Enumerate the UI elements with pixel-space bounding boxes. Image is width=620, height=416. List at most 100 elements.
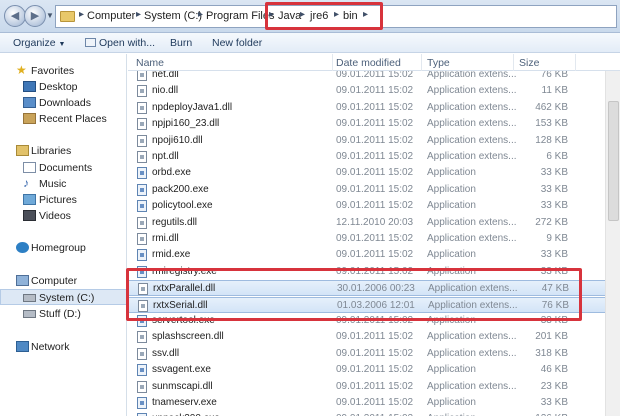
chevron-down-icon: ▼ xyxy=(58,41,66,48)
file-type: Application extens... xyxy=(427,347,517,359)
file-row[interactable]: rmid.exe 09.01.2011 15:02 Application 33 KB xyxy=(128,247,620,263)
column-divider[interactable] xyxy=(421,54,422,71)
file-row[interactable]: rxtxParallel.dll 30.01.2006 00:23 Applicat… xyxy=(128,280,620,297)
column-divider[interactable] xyxy=(575,54,576,71)
column-header-date[interactable]: Date modified xyxy=(336,57,401,69)
nav-music[interactable]: ♪ Music xyxy=(0,176,127,192)
dll-icon xyxy=(137,151,147,163)
file-row[interactable]: nio.dll 09.01.2011 15:02 Application exten… xyxy=(128,83,620,99)
breadcrumb-java[interactable]: Java xyxy=(278,10,301,22)
file-row[interactable]: unpack200.exe09.01.2011 15:02Application… xyxy=(128,411,620,416)
nav-downloads[interactable]: Downloads xyxy=(0,95,127,111)
file-row[interactable]: rmi.dll 09.01.2011 15:02 Application exten… xyxy=(128,231,620,247)
vertical-scrollbar[interactable] xyxy=(605,71,620,416)
file-row[interactable]: policytool.exe 09.01.2011 15:02 Applicatio… xyxy=(128,198,620,214)
column-divider[interactable] xyxy=(513,54,514,71)
file-row[interactable]: npdeployJava1.dll 09.01.2011 15:02 Applica… xyxy=(128,100,620,116)
nav-libraries[interactable]: Libraries xyxy=(0,143,127,159)
back-button[interactable]: ◀ xyxy=(4,5,26,27)
nav-computer[interactable]: Computer xyxy=(0,273,127,289)
dll-icon xyxy=(138,299,148,312)
file-name: tnameserv.exe xyxy=(152,397,217,408)
nav-homegroup[interactable]: Homegroup xyxy=(0,240,127,256)
file-name: rmi.dll xyxy=(152,233,179,244)
file-row[interactable]: pack200.exe 09.01.2011 15:02 Application 33… xyxy=(128,182,620,198)
file-row[interactable]: orbd.exe 09.01.2011 15:02 Application 33 KB xyxy=(128,165,620,181)
column-header-name[interactable]: Name xyxy=(136,57,164,69)
dll-icon xyxy=(137,71,147,81)
burn-button[interactable]: Burn xyxy=(170,37,192,49)
nav-documents[interactable]: Documents xyxy=(0,160,127,176)
breadcrumb-program-files[interactable]: Program Files xyxy=(206,10,274,22)
breadcrumb-separator-icon[interactable]: ▸ xyxy=(334,9,339,20)
drive-icon xyxy=(23,310,36,318)
file-row[interactable]: servertool.exe 09.01.2011 15:02 Applicatio… xyxy=(128,313,620,329)
forward-button[interactable]: ▶ xyxy=(24,5,46,27)
nav-favorites[interactable]: ★ Favorites xyxy=(0,63,127,79)
back-arrow-icon: ◀ xyxy=(10,10,20,22)
file-size: 462 KB xyxy=(535,101,568,113)
breadcrumb-computer[interactable]: Computer xyxy=(87,10,135,22)
nav-computer-label: Computer xyxy=(31,275,78,287)
nav-desktop-label: Desktop xyxy=(39,81,78,93)
file-type: Application extens... xyxy=(427,233,517,244)
file-row[interactable]: npoji610.dll 09.01.2011 15:02 Application … xyxy=(128,133,620,149)
breadcrumb-separator-icon[interactable]: ▸ xyxy=(198,9,203,20)
file-name: npjpi160_23.dll xyxy=(152,118,220,130)
nav-network[interactable]: Network xyxy=(0,339,127,355)
nav-recent-places[interactable]: Recent Places xyxy=(0,111,127,127)
recent-places-icon xyxy=(23,113,36,124)
file-date: 09.01.2011 15:02 xyxy=(336,397,414,408)
column-divider[interactable] xyxy=(332,54,333,71)
file-row[interactable]: ssvagent.exe 09.01.2011 15:02 Application 4… xyxy=(128,362,620,378)
file-date: 12.11.2010 20:03 xyxy=(336,216,414,228)
open-with-button[interactable]: Open with... xyxy=(99,37,155,49)
file-date: 09.01.2011 15:02 xyxy=(336,380,414,392)
file-row[interactable]: rmiregistry.exe 09.01.2011 15:02 Applicati… xyxy=(128,264,620,280)
recent-pages-dropdown-icon[interactable]: ▼ xyxy=(46,11,54,20)
nav-system-c[interactable]: System (C:) xyxy=(0,289,127,305)
file-row[interactable]: npt.dll 09.01.2011 15:02 Application exten… xyxy=(128,149,620,165)
file-date: 09.01.2011 15:02 xyxy=(336,134,414,146)
file-row[interactable]: rxtxSerial.dll 01.03.2006 12:01 Applicatio… xyxy=(128,296,620,313)
nav-videos[interactable]: Videos xyxy=(0,208,127,224)
scrollbar-thumb[interactable] xyxy=(608,101,619,221)
file-row[interactable]: splashscreen.dll 09.01.2011 15:02 Applicat… xyxy=(128,329,620,345)
file-date: 09.01.2011 15:02 xyxy=(336,200,414,212)
file-row[interactable]: regutils.dll 12.11.2010 20:03 Application … xyxy=(128,215,620,231)
breadcrumb-separator-icon[interactable]: ▸ xyxy=(79,9,84,20)
column-header-size[interactable]: Size xyxy=(519,57,539,69)
file-type: Application extens... xyxy=(427,134,517,146)
breadcrumb-jre6[interactable]: jre6 xyxy=(310,10,328,22)
breadcrumb-separator-icon[interactable]: ▸ xyxy=(363,9,368,20)
file-type: Application xyxy=(427,397,476,408)
file-size: 33 KB xyxy=(540,249,568,261)
new-folder-button[interactable]: New folder xyxy=(212,37,262,49)
organize-button[interactable]: Organize ▼ xyxy=(13,37,65,49)
nav-pictures[interactable]: Pictures xyxy=(0,192,127,208)
column-header-type[interactable]: Type xyxy=(427,57,450,69)
breadcrumb-separator-icon[interactable]: ▸ xyxy=(300,9,305,20)
file-date: 09.01.2011 15:02 xyxy=(336,183,414,195)
address-bar[interactable]: ▸ Computer ▸ System (C:) ▸ Program Files… xyxy=(55,5,617,28)
nav-system-c-label: System (C:) xyxy=(39,292,95,304)
file-row[interactable]: sunmscapi.dll 09.01.2011 15:02 Application… xyxy=(128,379,620,395)
file-size: 33 KB xyxy=(540,200,568,212)
file-row[interactable]: ssv.dll 09.01.2011 15:02 Application exten… xyxy=(128,346,620,362)
file-row[interactable]: npjpi160_23.dll 09.01.2011 15:02 Applicati… xyxy=(128,116,620,132)
command-bar: Organize ▼ Open with... Burn New folder xyxy=(0,33,620,53)
file-type: Application extens... xyxy=(427,101,517,113)
nav-network-label: Network xyxy=(31,341,70,353)
breadcrumb-bin[interactable]: bin xyxy=(343,10,358,22)
file-size: 11 KB xyxy=(541,85,569,97)
nav-desktop[interactable]: Desktop xyxy=(0,79,127,95)
nav-stuff-d[interactable]: Stuff (D:) xyxy=(0,306,127,322)
breadcrumb-system-c[interactable]: System (C:) xyxy=(144,10,202,22)
file-row[interactable]: net.dll 09.01.2011 15:02 Application exten… xyxy=(128,71,620,83)
file-list: net.dll 09.01.2011 15:02 Application exten… xyxy=(128,71,620,416)
breadcrumb-separator-icon[interactable]: ▸ xyxy=(269,9,274,20)
file-name: rxtxSerial.dll xyxy=(153,299,208,311)
file-type: Application extens... xyxy=(427,85,517,97)
breadcrumb-separator-icon[interactable]: ▸ xyxy=(136,9,141,20)
file-row[interactable]: tnameserv.exe 09.01.2011 15:02 Application… xyxy=(128,395,620,411)
